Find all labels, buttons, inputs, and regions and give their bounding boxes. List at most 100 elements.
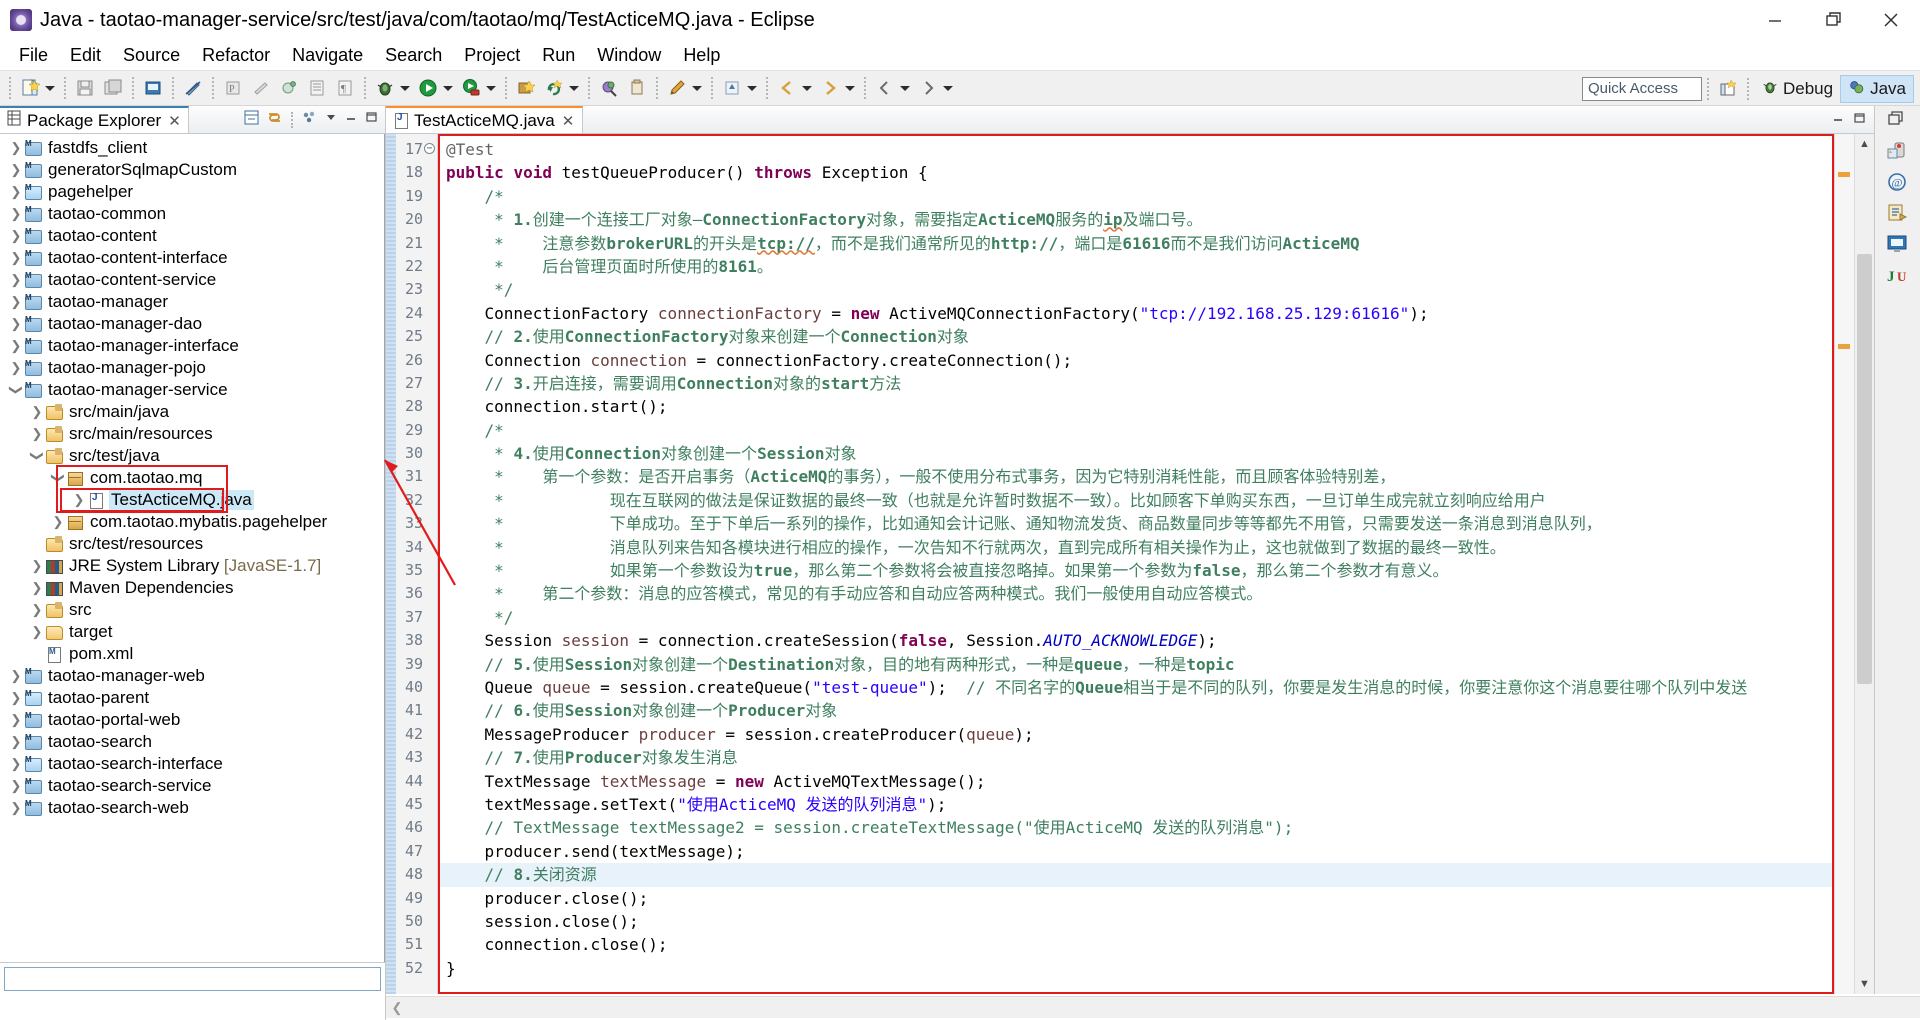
collapse-all-icon[interactable] [243, 109, 260, 131]
tree-item-taotao-manager-dao[interactable]: ❯ taotao-manager-dao [0, 313, 384, 335]
code-line-34[interactable]: * 消息队列来告知各模块进行相应的操作，一次告知不行就两次，直到完成所有相关操作… [438, 536, 1834, 559]
back-history-dropdown-arrow[interactable] [899, 77, 911, 99]
tree-item-taotao-content-interface[interactable]: ❯ taotao-content-interface [0, 247, 384, 269]
menu-run[interactable]: Run [531, 43, 586, 68]
code-line-19[interactable]: /* [438, 185, 1834, 208]
external-tools-dropdown-arrow[interactable] [485, 77, 497, 99]
scroll-up-button[interactable]: ▲ [1857, 136, 1872, 152]
tree-item-pom-xml[interactable]: pom.xml [0, 643, 384, 665]
save-icon[interactable] [74, 77, 96, 99]
chevron-right-icon[interactable]: ❯ [8, 668, 24, 684]
tree-item-taotao-manager-interface[interactable]: ❯ taotao-manager-interface [0, 335, 384, 357]
menu-edit[interactable]: Edit [59, 43, 112, 68]
perspective-java[interactable]: Java [1840, 75, 1914, 103]
code-line-46[interactable]: // TextMessage textMessage2 = session.cr… [438, 816, 1834, 839]
overview-ruler[interactable] [1834, 134, 1854, 994]
toggle-mark-occurrences-icon[interactable] [182, 77, 204, 99]
code-line-50[interactable]: session.close(); [438, 910, 1834, 933]
new-package-icon[interactable] [250, 77, 272, 99]
code-view[interactable]: @Test public void testQueueProducer() thr… [438, 134, 1834, 994]
refresh-icon[interactable] [543, 77, 565, 99]
new-connection-icon[interactable] [515, 77, 537, 99]
tree-item-taotao-content-service[interactable]: ❯ taotao-content-service [0, 269, 384, 291]
forward-history-dropdown-arrow[interactable] [942, 77, 954, 99]
chevron-right-icon[interactable]: ❯ [8, 712, 24, 728]
code-line-51[interactable]: connection.close(); [438, 933, 1834, 956]
chevron-down-icon[interactable]: ❯ [50, 470, 66, 486]
menu-search[interactable]: Search [374, 43, 453, 68]
chevron-right-icon[interactable]: ❯ [8, 778, 24, 794]
code-line-30[interactable]: * 4.使用Connection对象创建一个Session对象 [438, 442, 1834, 465]
debug-dropdown-arrow[interactable] [399, 77, 411, 99]
debug-icon[interactable] [374, 77, 396, 99]
print-icon[interactable] [142, 77, 164, 99]
quick-access-input[interactable]: Quick Access [1581, 77, 1702, 101]
code-line-47[interactable]: producer.send(textMessage); [438, 840, 1834, 863]
restore-button[interactable] [1804, 0, 1862, 40]
code-line-48[interactable]: // 8.关闭资源 [438, 863, 1834, 887]
close-icon[interactable]: ✕ [168, 112, 181, 130]
chevron-right-icon[interactable]: ❯ [29, 624, 45, 640]
pencil-icon[interactable] [666, 77, 688, 99]
run-dropdown-arrow[interactable] [442, 77, 454, 99]
tree-item-com-taotao-mq[interactable]: ❯ com.taotao.mq [0, 467, 384, 489]
tab-testacticemq-java[interactable]: TestActiceMQ.java ✕ [386, 106, 584, 133]
tree-item-src-test-java[interactable]: ❯ src/test/java [0, 445, 384, 467]
tree-item-src-main-resources[interactable]: ❯ src/main/resources [0, 423, 384, 445]
save-all-icon[interactable] [102, 77, 124, 99]
new-wizard-icon[interactable] [19, 77, 41, 99]
chevron-right-icon[interactable]: ❯ [8, 162, 24, 178]
tree-item-maven-dependencies[interactable]: ❯ Maven Dependencies [0, 577, 384, 599]
scroll-down-button[interactable]: ▼ [1857, 976, 1872, 992]
tree-item-taotao-search-interface[interactable]: ❯ taotao-search-interface [0, 753, 384, 775]
chevron-right-icon[interactable]: ❯ [8, 316, 24, 332]
code-line-22[interactable]: * 后台管理页面时所使用的8161。 [438, 255, 1834, 278]
code-line-29[interactable]: /* [438, 419, 1834, 442]
chevron-right-icon[interactable]: ❯ [8, 734, 24, 750]
code-line-33[interactable]: * 下单成功。至于下单后一系列的操作，比如通知会计记账、通知物流发货、商品数量同… [438, 512, 1834, 535]
back-dropdown-arrow[interactable] [801, 77, 813, 99]
chevron-right-icon[interactable]: ❯ [8, 690, 24, 706]
scrollbar-thumb[interactable] [1857, 254, 1872, 684]
tree-item-src-test-resources[interactable]: src/test/resources [0, 533, 384, 555]
forward-dropdown-arrow[interactable] [844, 77, 856, 99]
code-line-40[interactable]: Queue queue = session.createQueue("test-… [438, 676, 1834, 699]
new-class-icon[interactable] [278, 77, 300, 99]
chevron-down-icon[interactable]: ❯ [8, 382, 24, 398]
maximize-icon[interactable] [1852, 111, 1866, 130]
code-line-32[interactable]: * 现在互联网的做法是保证数据的最终一致（也就是允许暂时数据不一致）。比如顾客下… [438, 489, 1834, 512]
editor-vertical-scrollbar[interactable]: ▲ ▼ [1854, 134, 1874, 994]
scroll-left-button[interactable]: ❮ [386, 998, 408, 1018]
menu-window[interactable]: Window [586, 43, 672, 68]
tree-item-fastdfs-client[interactable]: ❯ fastdfs_client [0, 137, 384, 159]
code-line-18[interactable]: public void testQueueProducer() throws E… [438, 161, 1834, 184]
junit-view-icon[interactable]: J U [1886, 265, 1910, 287]
tree-item-taotao-manager[interactable]: ❯ taotao-manager [0, 291, 384, 313]
chevron-down-icon[interactable]: ❯ [29, 448, 45, 464]
chevron-right-icon[interactable]: ❯ [29, 580, 45, 596]
minimize-icon[interactable] [344, 110, 358, 129]
tree-item-taotao-search-web[interactable]: ❯ taotao-search-web [0, 797, 384, 819]
open-type-icon[interactable] [306, 77, 328, 99]
code-line-45[interactable]: textMessage.setText("使用ActiceMQ 发送的队列消息"… [438, 793, 1834, 816]
annotation-dropdown-arrow[interactable] [746, 77, 758, 99]
minimize-button[interactable] [1746, 0, 1804, 40]
chevron-right-icon[interactable]: ❯ [29, 558, 45, 574]
editor-horizontal-scrollbar[interactable]: ❮ [386, 996, 1920, 1018]
maximize-icon[interactable] [364, 110, 378, 129]
code-line-21[interactable]: * 注意参数brokerURL的开头是tcp://，而不是我们通常所见的http… [438, 232, 1834, 255]
back-history-icon[interactable] [874, 77, 896, 99]
code-line-35[interactable]: * 如果第一个参数设为true，那么第二个参数将会被直接忽略掉。如果第一个参数为… [438, 559, 1834, 582]
chevron-right-icon[interactable]: ❯ [8, 272, 24, 288]
previous-annotation-icon[interactable] [721, 77, 743, 99]
menu-navigate[interactable]: Navigate [281, 43, 374, 68]
tree-item-taotao-common[interactable]: ❯ taotao-common [0, 203, 384, 225]
menu-help[interactable]: Help [672, 43, 731, 68]
chevron-right-icon[interactable]: ❯ [29, 404, 45, 420]
close-button[interactable] [1862, 0, 1920, 40]
tree-item-taotao-search-service[interactable]: ❯ taotao-search-service [0, 775, 384, 797]
chevron-down-icon[interactable] [324, 110, 338, 129]
code-line-36[interactable]: * 第二个参数：消息的应答模式，常见的有手动应答和自动应答两种模式。我们一般使用… [438, 582, 1834, 605]
code-line-28[interactable]: connection.start(); [438, 395, 1834, 418]
console-view-icon[interactable] [1886, 234, 1910, 256]
